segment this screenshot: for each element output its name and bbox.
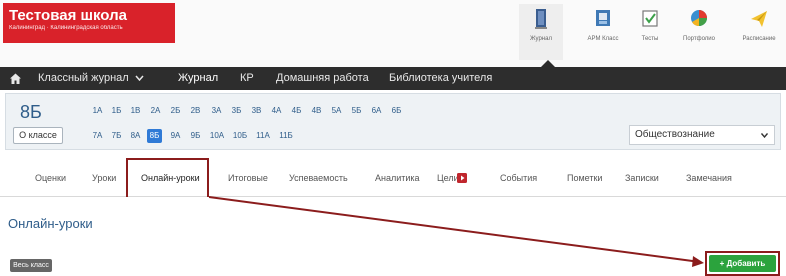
class-chip[interactable]: 5А	[329, 104, 344, 118]
tab-notes[interactable]: Записки	[625, 173, 659, 183]
topnav-label: Расписание	[742, 36, 776, 42]
active-tab-highlight	[126, 158, 209, 197]
checkbox-icon	[642, 10, 658, 27]
class-chip[interactable]: 4А	[269, 104, 284, 118]
nav-kr[interactable]: КР	[240, 67, 254, 90]
nav-class-journal[interactable]: Классный журнал	[38, 67, 144, 90]
nav-homework[interactable]: Домашняя работа	[276, 67, 369, 90]
journal-icon	[535, 9, 547, 29]
class-chip[interactable]: 3А	[209, 104, 224, 118]
chevron-down-icon	[761, 133, 768, 138]
page-title: Онлайн-уроки	[8, 216, 93, 231]
flag-icon	[457, 173, 467, 183]
active-caret	[541, 60, 555, 67]
class-chip[interactable]: 10А	[207, 129, 227, 143]
class-chip[interactable]: 8А	[128, 129, 143, 143]
class-chip[interactable]: 11А	[253, 129, 273, 143]
current-class: 8Б	[20, 102, 42, 122]
class-chip[interactable]: 3В	[249, 104, 264, 118]
about-class-button[interactable]: О классе	[13, 127, 63, 144]
class-chip[interactable]: 4Б	[289, 104, 304, 118]
class-chip[interactable]: 4В	[309, 104, 324, 118]
topnav-portfolio[interactable]: Портфолио	[677, 4, 721, 60]
class-chip[interactable]: 11Б	[276, 129, 296, 143]
journal-tabs: Оценки Уроки Онлайн-уроки Итоговые Успев…	[0, 157, 786, 197]
nav-journal[interactable]: Журнал	[178, 67, 218, 90]
topnav-label: Портфолио	[683, 36, 715, 42]
class-chip[interactable]: 3Б	[229, 104, 244, 118]
class-chip[interactable]: 6Б	[389, 104, 404, 118]
app-header: Тестовая школа Калининград · Калининград…	[0, 0, 786, 68]
main-nav: Классный журнал Журнал КР Домашняя работ…	[0, 67, 786, 90]
school-location: Калининград · Калининградская область	[9, 25, 123, 31]
class-chip[interactable]: 1В	[128, 104, 143, 118]
chevron-down-icon	[135, 75, 144, 82]
tab-remarks[interactable]: Замечания	[686, 173, 732, 183]
class-chip[interactable]: 1Б	[109, 104, 124, 118]
tab-final[interactable]: Итоговые	[228, 173, 268, 183]
class-chip[interactable]: 7Б	[109, 129, 124, 143]
subject-select[interactable]: Обществознание	[629, 125, 775, 145]
tab-progress[interactable]: Успеваемость	[289, 173, 348, 183]
class-workplace-icon	[596, 10, 610, 26]
tab-analytics[interactable]: Аналитика	[375, 173, 420, 183]
pie-chart-icon	[691, 10, 707, 27]
tab-goals[interactable]: Цели	[437, 173, 459, 183]
class-chip[interactable]: 1А	[90, 104, 105, 118]
class-chip[interactable]: 2Б	[168, 104, 183, 118]
add-button[interactable]: + Добавить	[709, 255, 776, 272]
class-chip[interactable]: 2А	[148, 104, 163, 118]
class-panel: 8Б О классе 1А 1Б 1В 2А 2Б 2В 3А 3Б 3В 4…	[5, 93, 781, 150]
topnav-journal[interactable]: Журнал	[519, 4, 563, 60]
paperplane-icon	[751, 11, 767, 27]
home-icon[interactable]	[9, 72, 22, 85]
topnav-class-workplace[interactable]: АРМ Класс	[581, 4, 625, 60]
school-brand[interactable]: Тестовая школа Калининград · Калининград…	[3, 3, 175, 43]
class-chip[interactable]: 9Б	[188, 129, 203, 143]
topnav-label: Тесты	[641, 36, 659, 42]
school-name: Тестовая школа	[9, 7, 127, 24]
topnav-label: АРМ Класс	[587, 36, 619, 42]
class-chip[interactable]: 10Б	[230, 129, 250, 143]
topnav-schedule[interactable]: Расписание	[734, 4, 784, 60]
tab-lessons[interactable]: Уроки	[92, 173, 116, 183]
topnav-tests[interactable]: Тесты	[628, 4, 672, 60]
class-chip[interactable]: 6А	[369, 104, 384, 118]
class-chip[interactable]: 2В	[188, 104, 203, 118]
class-chip[interactable]: 7А	[90, 129, 105, 143]
class-chip[interactable]: 9А	[168, 129, 183, 143]
class-chip[interactable]: 5Б	[349, 104, 364, 118]
tab-marks[interactable]: Пометки	[567, 173, 602, 183]
nav-teacher-library[interactable]: Библиотека учителя	[389, 67, 492, 90]
topnav-label: Журнал	[530, 36, 552, 42]
tab-grades[interactable]: Оценки	[35, 173, 66, 183]
subject-value: Обществознание	[635, 129, 715, 140]
tab-events[interactable]: События	[500, 173, 537, 183]
all-class-button[interactable]: Весь класс	[10, 259, 52, 272]
class-chip-selected[interactable]: 8Б	[147, 129, 162, 143]
